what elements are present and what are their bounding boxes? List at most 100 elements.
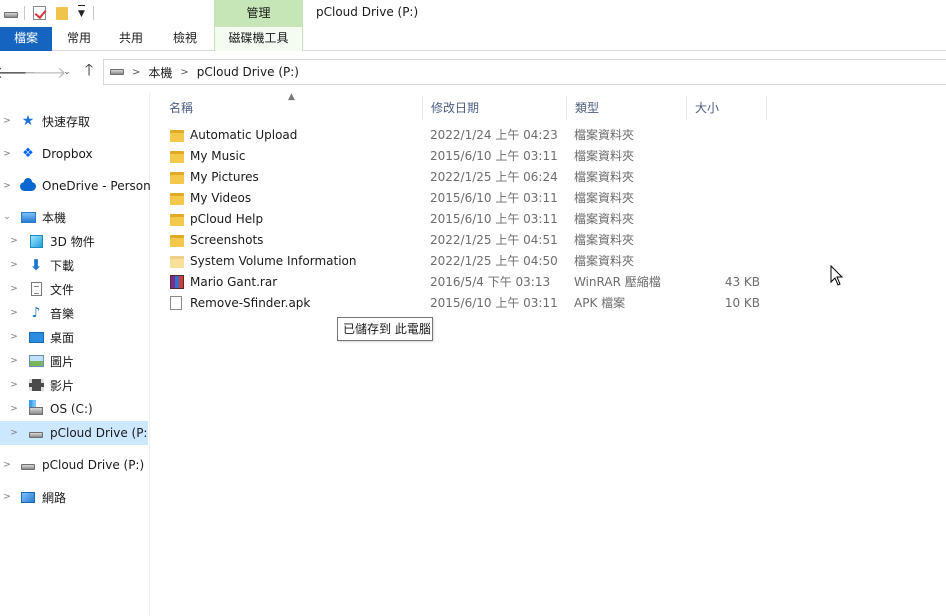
forward-arrow-icon[interactable]: 🡒: [24, 62, 67, 82]
expand-chevron-icon[interactable]: >: [9, 260, 19, 270]
file-type: 檔案資料夾: [574, 191, 635, 205]
context-tab-group-manage: 管理: [214, 0, 303, 27]
tab-share[interactable]: 共用: [110, 27, 152, 51]
sidebar-item-quick-access[interactable]: > ★ 快速存取: [0, 109, 150, 133]
up-arrow-icon[interactable]: 🡑: [80, 60, 98, 82]
expand-chevron-icon[interactable]: >: [9, 356, 19, 366]
sidebar-item-music[interactable]: > ♪ 音樂: [0, 301, 150, 325]
mouse-cursor-icon: [830, 265, 844, 286]
table-row[interactable]: System Volume Information 2022/1/25 上午 0…: [165, 251, 765, 272]
file-date: 2022/1/25 上午 04:51: [430, 233, 558, 247]
table-row[interactable]: Automatic Upload 2022/1/24 上午 04:23 檔案資料…: [165, 125, 765, 146]
drive-icon: [110, 69, 124, 75]
drive-icon: [28, 425, 44, 441]
address-bar[interactable]: > 本機 > pCloud Drive (P:): [103, 59, 946, 85]
tab-file[interactable]: 檔案: [0, 27, 52, 51]
file-date: 2022/1/24 上午 04:23: [430, 128, 558, 142]
breadcrumb-this-pc[interactable]: 本機: [148, 64, 172, 81]
recent-locations-chevron-icon[interactable]: ⌄: [60, 62, 74, 82]
collapse-chevron-icon[interactable]: ⌄: [2, 212, 12, 222]
sidebar-item-dropbox[interactable]: > ❖ Dropbox: [0, 142, 150, 166]
table-row[interactable]: My Music 2015/6/10 上午 03:11 檔案資料夾: [165, 146, 765, 167]
file-type: 檔案資料夾: [574, 233, 635, 247]
computer-icon: [20, 209, 36, 225]
column-header-date-modified[interactable]: 修改日期: [427, 96, 567, 120]
expand-chevron-icon[interactable]: >: [9, 380, 19, 390]
sidebar-item-network[interactable]: > 網路: [0, 485, 150, 509]
file-date: 2015/6/10 上午 03:11: [430, 149, 558, 163]
file-date: 2015/6/10 上午 03:11: [430, 212, 558, 226]
sidebar-item-this-pc[interactable]: ⌄ 本機: [0, 205, 150, 229]
sidebar-item-downloads[interactable]: > ⬇ 下載: [0, 253, 150, 277]
folder-icon: [170, 151, 184, 163]
expand-chevron-icon[interactable]: >: [2, 116, 12, 126]
sidebar-item-desktop[interactable]: > 桌面: [0, 325, 150, 349]
file-name: Remove-Sfinder.apk: [190, 296, 311, 310]
column-header-name[interactable]: 名稱: [165, 96, 423, 120]
expand-chevron-icon[interactable]: >: [2, 492, 12, 502]
customize-toolbar-dropdown-icon[interactable]: ▼: [78, 5, 85, 21]
expand-chevron-icon[interactable]: >: [9, 404, 19, 414]
file-date: 2015/6/10 上午 03:11: [430, 296, 558, 310]
sidebar-item-label: 影片: [50, 378, 75, 393]
sidebar-item-videos[interactable]: > 影片: [0, 373, 150, 397]
expand-chevron-icon[interactable]: >: [9, 428, 19, 438]
tab-home[interactable]: 常用: [58, 27, 100, 51]
new-folder-icon[interactable]: [56, 6, 68, 20]
file-type: 檔案資料夾: [574, 212, 635, 226]
expand-chevron-icon[interactable]: >: [9, 308, 19, 318]
sidebar-item-label: pCloud Drive (P:): [50, 426, 148, 440]
column-header-size[interactable]: 大小: [691, 96, 767, 120]
file-type: 檔案資料夾: [574, 254, 635, 268]
sidebar-item-label: 圖片: [50, 354, 75, 369]
table-row[interactable]: pCloud Help 2015/6/10 上午 03:11 檔案資料夾: [165, 209, 765, 230]
navigation-pane: > ★ 快速存取 > ❖ Dropbox > OneDrive - Person…: [0, 92, 150, 616]
file-list-view[interactable]: ▲ 名稱 修改日期 類型 大小 Automatic Upload 2022/1/…: [151, 92, 946, 616]
table-row[interactable]: My Pictures 2022/1/25 上午 06:24 檔案資料夾: [165, 167, 765, 188]
table-row[interactable]: Screenshots 2022/1/25 上午 04:51 檔案資料夾: [165, 230, 765, 251]
file-type: 檔案資料夾: [574, 170, 635, 184]
file-type: 檔案資料夾: [574, 128, 635, 142]
tab-view[interactable]: 檢視: [164, 27, 206, 51]
music-icon: ♪: [31, 305, 41, 321]
expand-chevron-icon[interactable]: >: [2, 181, 12, 191]
folder-icon: [170, 214, 184, 226]
sidebar-item-label: 快速存取: [42, 114, 91, 129]
chevron-right-icon[interactable]: >: [180, 67, 188, 78]
drive-icon: [20, 457, 36, 473]
sidebar-item-label: 網路: [42, 490, 67, 505]
sidebar-item-os-drive[interactable]: > OS (C:): [0, 397, 150, 421]
3d-objects-icon: [28, 233, 44, 249]
expand-chevron-icon[interactable]: >: [2, 149, 12, 159]
breadcrumb-pcloud-drive[interactable]: pCloud Drive (P:): [197, 65, 299, 79]
sidebar-item-pcloud-drive[interactable]: > pCloud Drive (P:): [0, 453, 150, 477]
os-drive-icon: [28, 400, 44, 417]
sidebar-item-3d-objects[interactable]: > 3D 物件: [0, 229, 150, 253]
title-bar: ▼ 管理 pCloud Drive (P:): [0, 0, 946, 27]
table-row[interactable]: Mario Gant.rar 2016/5/4 下午 03:13 WinRAR …: [165, 272, 765, 293]
status-tooltip: 已儲存到 此電腦: [337, 317, 433, 341]
expand-chevron-icon[interactable]: >: [9, 284, 19, 294]
expand-chevron-icon[interactable]: >: [2, 460, 12, 470]
file-name: Mario Gant.rar: [190, 275, 278, 289]
file-size: 43 KB: [724, 275, 760, 289]
column-header-type[interactable]: 類型: [571, 96, 687, 120]
file-date: 2022/1/25 上午 04:50: [430, 254, 558, 268]
file-date: 2016/5/4 下午 03:13: [430, 275, 551, 289]
chevron-right-icon[interactable]: >: [132, 67, 140, 78]
sidebar-item-documents[interactable]: > 文件: [0, 277, 150, 301]
sidebar-item-label: Dropbox: [42, 147, 93, 161]
expand-chevron-icon[interactable]: >: [9, 236, 19, 246]
properties-check-icon[interactable]: [33, 6, 46, 20]
video-icon: [28, 377, 44, 393]
sidebar-item-label: OS (C:): [50, 402, 93, 416]
table-row[interactable]: My Videos 2015/6/10 上午 03:11 檔案資料夾: [165, 188, 765, 209]
back-arrow-icon[interactable]: 🡐: [0, 62, 36, 82]
table-row[interactable]: Remove-Sfinder.apk 2015/6/10 上午 03:11 AP…: [165, 293, 765, 314]
sidebar-item-pictures[interactable]: > 圖片: [0, 349, 150, 373]
file-name: System Volume Information: [190, 254, 357, 268]
expand-chevron-icon[interactable]: >: [9, 332, 19, 342]
tab-drive-tools[interactable]: 磁碟機工具: [214, 27, 303, 51]
sidebar-item-onedrive[interactable]: > OneDrive - Personal: [0, 174, 150, 198]
sidebar-item-pcloud-drive-selected[interactable]: > pCloud Drive (P:): [0, 421, 148, 445]
